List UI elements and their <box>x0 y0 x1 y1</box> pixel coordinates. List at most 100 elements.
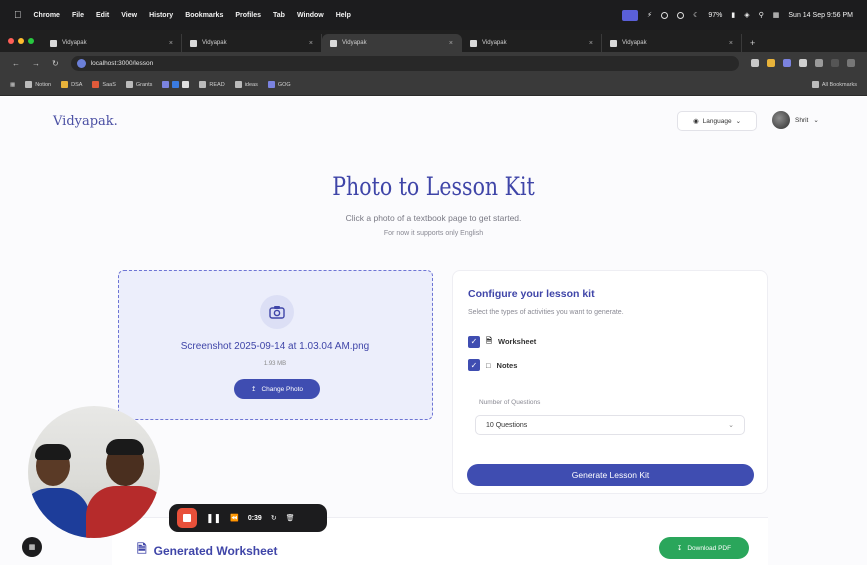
wifi-icon[interactable]: ◈ <box>744 11 749 19</box>
reload-icon[interactable]: ↻ <box>52 59 59 68</box>
apps-grid-icon[interactable]: ▦ <box>10 82 15 88</box>
stop-icon <box>183 514 191 522</box>
minimize-window-icon[interactable] <box>18 38 24 44</box>
tab-5[interactable]: Vidyapak × <box>602 34 742 52</box>
back-icon[interactable]: ← <box>12 59 20 68</box>
folder-icon <box>92 81 100 88</box>
chevron-down-icon: ⌄ <box>735 118 742 125</box>
stop-recording-button[interactable] <box>177 508 197 528</box>
all-bookmarks[interactable]: All Bookmarks <box>811 81 857 88</box>
tab-4[interactable]: Vidyapak × <box>462 34 602 52</box>
battery-icon[interactable]: ▮ <box>731 11 735 19</box>
user-menu[interactable]: Shrit ⌄ <box>772 111 819 129</box>
folder-icon <box>811 81 819 88</box>
pause-icon[interactable]: ❚❚ <box>206 513 221 524</box>
battery-percent[interactable]: 97% <box>708 12 722 19</box>
menu-help[interactable]: Help <box>336 12 351 19</box>
bookmark-grants[interactable]: Grants <box>125 81 152 88</box>
site-info-icon[interactable] <box>76 58 86 68</box>
forward-icon[interactable]: → <box>32 59 40 68</box>
bookmark-icon <box>172 81 180 88</box>
bookmark-read[interactable]: READ <box>199 81 225 88</box>
close-icon[interactable]: × <box>309 40 313 47</box>
menu-edit[interactable]: Edit <box>96 12 109 19</box>
menu-history[interactable]: History <box>149 12 173 19</box>
bookmark-notion[interactable]: Notion <box>25 81 51 88</box>
option-notes[interactable]: ✓ □ Notes <box>468 359 517 371</box>
upload-icon: ↥ <box>250 386 257 393</box>
download-icon: ↧ <box>676 545 683 552</box>
new-tab-button[interactable]: + <box>742 34 762 52</box>
apple-icon[interactable]:  <box>14 10 22 21</box>
option-label: Worksheet <box>498 337 537 346</box>
search-icon[interactable]: ⚲ <box>759 11 764 19</box>
control-center-icon[interactable]: ▦ <box>773 11 780 19</box>
tab-label: Vidyapak <box>622 40 647 46</box>
tab-1[interactable]: Vidyapak × <box>42 34 182 52</box>
tab-label: Vidyapak <box>202 40 227 46</box>
extension-icon[interactable] <box>783 59 791 67</box>
profile-icon[interactable] <box>831 59 839 67</box>
option-label: Notes <box>496 360 518 370</box>
menu-dots-icon[interactable] <box>847 59 855 67</box>
moon-icon[interactable]: ☾ <box>693 11 699 19</box>
checkbox-checked-icon[interactable]: ✓ <box>468 335 480 348</box>
mac-menubar:  Chrome File Edit View History Bookmark… <box>0 0 867 30</box>
bookmark-saas[interactable]: SaaS <box>92 81 116 88</box>
recorder-controls: ❚❚ ⏪ 0:39 ↻ 🗑 <box>169 504 327 532</box>
bookmark-label: READ <box>209 81 225 88</box>
generate-lesson-kit-button[interactable]: Generate Lesson Kit <box>467 464 754 486</box>
bookmark-dsa[interactable]: DSA <box>61 81 82 88</box>
menu-window[interactable]: Window <box>297 12 324 19</box>
menu-bookmarks[interactable]: Bookmarks <box>185 12 223 19</box>
chevron-down-icon: ⌄ <box>728 422 734 429</box>
download-pdf-button[interactable]: ↧ Download PDF <box>659 537 749 559</box>
trash-icon[interactable]: 🗑 <box>286 514 295 522</box>
menu-app[interactable]: Chrome <box>34 12 60 19</box>
brand-logo[interactable]: Vidyapak. <box>53 114 118 129</box>
close-icon[interactable]: × <box>169 40 173 47</box>
rewind-icon[interactable]: ⏪ <box>230 514 239 522</box>
menu-file[interactable]: File <box>72 12 84 19</box>
tab-3-active[interactable]: Vidyapak × <box>322 34 462 52</box>
star-icon[interactable] <box>751 59 759 67</box>
bookmark-ideas[interactable]: ideas <box>234 81 258 88</box>
menu-profiles[interactable]: Profiles <box>235 12 261 19</box>
close-icon[interactable]: × <box>449 40 453 47</box>
change-photo-button[interactable]: ↥ Change Photo <box>234 379 320 399</box>
tab-2[interactable]: Vidyapak × <box>182 34 322 52</box>
webcam-overlay[interactable] <box>28 406 160 538</box>
puzzle-icon[interactable] <box>815 59 823 67</box>
option-worksheet[interactable]: ✓ 🗎 Worksheet <box>468 335 536 348</box>
checkbox-checked-icon[interactable]: ✓ <box>468 359 480 371</box>
close-icon[interactable]: × <box>729 40 733 47</box>
bookmark-icon <box>162 81 170 88</box>
bolt-icon[interactable]: ⚡ <box>647 11 652 19</box>
extension-icon[interactable] <box>799 59 807 67</box>
screen-record-icon[interactable] <box>622 9 639 21</box>
tab-strip: Vidyapak × Vidyapak × Vidyapak × Vidyapa… <box>0 30 867 52</box>
record-status-icon[interactable] <box>677 11 685 19</box>
bookmark-label: ideas <box>244 81 258 88</box>
focus-icon[interactable] <box>661 11 669 19</box>
questions-select[interactable]: 10 Questions ⌄ <box>475 415 745 435</box>
globe-icon: ◉ <box>692 118 699 125</box>
close-icon[interactable]: × <box>589 40 593 47</box>
menu-tab[interactable]: Tab <box>273 12 285 19</box>
bookmark-icons[interactable] <box>162 81 190 88</box>
close-window-icon[interactable] <box>8 38 14 44</box>
questions-value: 10 Questions <box>486 421 528 429</box>
bookmark-gog[interactable]: GOG <box>267 81 291 88</box>
person-body <box>86 486 160 538</box>
extension-icon[interactable] <box>767 59 775 67</box>
menu-view[interactable]: View <box>121 12 137 19</box>
restart-icon[interactable]: ↻ <box>271 514 277 522</box>
zoom-window-icon[interactable] <box>28 38 34 44</box>
config-description: Select the types of activities you want … <box>468 309 624 316</box>
language-button[interactable]: ◉ Language ⌄ <box>677 111 757 131</box>
recorder-menu-button[interactable]: ▦ <box>22 537 42 557</box>
bookmark-icon <box>199 81 207 88</box>
datetime[interactable]: Sun 14 Sep 9:56 PM <box>788 12 853 19</box>
url-field[interactable]: localhost:3000/lesson <box>70 55 739 71</box>
photo-upload-dropzone[interactable]: Screenshot 2025-09-14 at 1.03.04 AM.png … <box>118 270 433 420</box>
